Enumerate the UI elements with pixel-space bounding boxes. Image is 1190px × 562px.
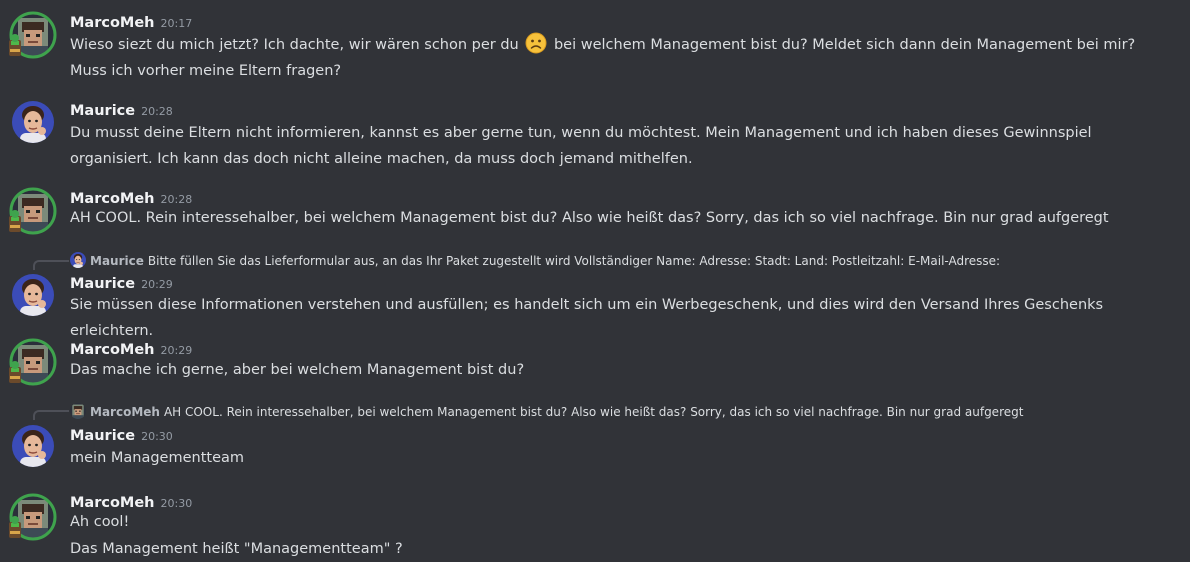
reply-username[interactable]: MarcoMeh bbox=[90, 405, 160, 419]
avatar[interactable] bbox=[12, 190, 54, 232]
avatar[interactable] bbox=[12, 274, 54, 316]
reply-username[interactable]: Maurice bbox=[90, 254, 144, 268]
message-header: Maurice 20:30 bbox=[70, 425, 173, 445]
timestamp: 20:29 bbox=[160, 344, 193, 357]
message: Maurice Bitte füllen Sie das Lieferformul… bbox=[0, 250, 1190, 339]
timestamp: 20:28 bbox=[141, 105, 173, 118]
reply-avatar bbox=[70, 252, 86, 268]
timestamp: 20:17 bbox=[160, 17, 193, 30]
timestamp: 20:29 bbox=[141, 278, 173, 291]
reply-avatar bbox=[70, 403, 86, 419]
username[interactable]: MarcoMeh bbox=[70, 342, 155, 358]
message: MarcoMeh 20:30 Ah cool! Das Management he… bbox=[0, 485, 1190, 557]
message-text: mein Managementteam bbox=[70, 450, 245, 466]
reply-text: Bitte füllen Sie das Lieferformular aus,… bbox=[147, 254, 1001, 268]
message-text: Du musst deine Eltern nicht informieren,… bbox=[70, 125, 1092, 167]
avatar[interactable] bbox=[12, 496, 54, 538]
reply-preview[interactable]: MarcoMeh AH COOL. Rein interessehalber, b… bbox=[70, 403, 1023, 421]
message: MarcoMeh 20:28 AH COOL. Rein interessehal… bbox=[0, 180, 1190, 250]
message-header: MarcoMeh 20:29 bbox=[70, 339, 192, 359]
message-text: Ah cool! bbox=[70, 514, 130, 530]
message-text: Das Management heißt "Managementteam" ? bbox=[70, 541, 403, 557]
username[interactable]: Maurice bbox=[70, 103, 135, 119]
reply-preview[interactable]: Maurice Bitte füllen Sie das Lieferformul… bbox=[70, 252, 1000, 270]
message: Maurice 20:28 Du musst deine Eltern nicht… bbox=[0, 90, 1190, 180]
message-text: Wieso siezt du mich jetzt? Ich dachte, w… bbox=[70, 37, 519, 53]
message-header: MarcoMeh 20:17 bbox=[70, 12, 192, 32]
slightly-frowning-face-icon[interactable] bbox=[525, 32, 547, 54]
reply-connector bbox=[33, 260, 69, 270]
message: MarcoMeh AH COOL. Rein interessehalber, b… bbox=[0, 400, 1190, 485]
message-text: Das mache ich gerne, aber bei welchem Ma… bbox=[70, 362, 525, 378]
message: MarcoMeh 20:29 Das mache ich gerne, aber … bbox=[0, 330, 1190, 400]
avatar[interactable] bbox=[12, 341, 54, 383]
avatar[interactable] bbox=[12, 14, 54, 56]
message: MarcoMeh 20:17 Wieso siezt du mich jetzt?… bbox=[0, 0, 1190, 90]
username[interactable]: Maurice bbox=[70, 428, 135, 444]
timestamp: 20:30 bbox=[141, 430, 173, 443]
reply-connector bbox=[33, 410, 69, 420]
message-header: Maurice 20:28 bbox=[70, 100, 173, 120]
avatar[interactable] bbox=[12, 101, 54, 143]
message-text: AH COOL. Rein interessehalber, bei welch… bbox=[70, 210, 1109, 226]
username[interactable]: Maurice bbox=[70, 276, 135, 292]
message-header: Maurice 20:29 bbox=[70, 273, 173, 293]
reply-text: AH COOL. Rein interessehalber, bei welch… bbox=[163, 405, 1024, 419]
username[interactable]: MarcoMeh bbox=[70, 15, 155, 31]
avatar[interactable] bbox=[12, 425, 54, 467]
message-content: Wieso siezt du mich jetzt? Ich dachte, w… bbox=[70, 32, 1176, 84]
